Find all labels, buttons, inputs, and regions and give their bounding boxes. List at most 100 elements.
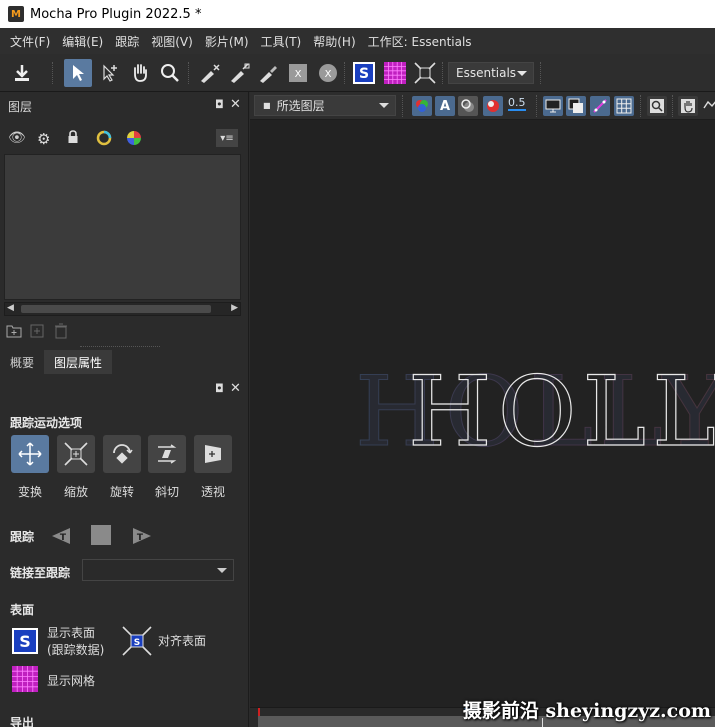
add-point-pointer-icon[interactable] [96,59,124,87]
pan-hand-icon[interactable] [126,59,154,87]
menu-file[interactable]: 文件(F) [4,33,56,50]
zoom-window-button[interactable] [647,96,667,116]
scrollbar-thumb[interactable] [21,305,211,313]
save-download-icon[interactable] [8,59,36,87]
track-motion-options-heading: 跟踪运动选项 [10,416,83,430]
menu-tools[interactable]: 工具(T) [255,33,308,50]
layer-color-wheel-icon[interactable] [126,130,142,149]
menu-movie[interactable]: 影片(M) [199,33,255,50]
select-pointer-icon[interactable] [64,59,92,87]
scale-toggle[interactable] [57,435,95,473]
zoom-magnifier-icon[interactable] [156,59,184,87]
tab-overview[interactable]: 概要 [0,350,44,374]
float-panel-icon[interactable]: ◘ [215,98,224,111]
alpha-a-icon: A [439,98,451,114]
toolbar-separator [442,62,443,84]
grid-lines-icon [616,98,632,114]
layer-list[interactable] [4,154,241,300]
rotation-toggle[interactable] [103,435,141,473]
show-surface-label: 显示表面 [47,626,96,640]
align-surface-icon[interactable] [411,59,439,87]
show-surface-icon[interactable]: S [350,59,378,87]
float-panel-icon[interactable]: ◘ [215,382,224,395]
show-grid-icon[interactable] [381,59,409,87]
scale-icon [64,442,88,466]
toolbar-separator [672,95,673,117]
layer-square-icon: ■ [263,101,271,110]
menu-track[interactable]: 跟踪 [109,33,145,50]
chevron-down-icon [379,103,389,108]
overlay-icon [568,98,583,113]
perspective-icon [205,445,221,463]
shear-toggle[interactable] [148,435,186,473]
align-surface-button[interactable]: S [121,625,153,660]
overlay-button[interactable] [566,96,586,116]
mode-label-shear: 斜切 [154,485,179,499]
layer-options-menu-icon[interactable]: ▾≡ [216,129,238,147]
duplicate-layer-icon[interactable] [29,323,45,342]
panel-splitter[interactable] [80,346,160,347]
menu-workspace[interactable]: 工作区: Essentials [362,33,478,50]
close-panel-icon[interactable]: ✕ [230,381,241,396]
toolbar-separator [640,95,641,117]
menu-help[interactable]: 帮助(H) [307,33,361,50]
viewer-toolbar: ■ 所选图层 A 0.5 [250,92,715,120]
show-grid-button[interactable] [11,665,39,696]
tracks-button[interactable] [590,96,610,116]
rgb-circles-icon [416,100,428,112]
bezier-pen-icon[interactable] [226,59,254,87]
grid-view-button[interactable] [614,96,634,116]
track-backward-icon[interactable]: T [50,526,72,549]
rectangle-x-tool-icon[interactable]: X [284,59,312,87]
magnetic-brush-icon[interactable] [254,59,282,87]
translation-toggle[interactable] [11,435,49,473]
stop-tracking-button[interactable] [91,525,111,545]
menu-view[interactable]: 视图(V) [145,33,199,50]
surface-heading: 表面 [10,603,35,617]
xspline-pen-icon[interactable] [196,59,224,87]
perspective-toggle[interactable] [194,435,232,473]
svg-text:T: T [60,533,67,543]
viewer-canvas[interactable]: HOLLY HOLLY [250,120,715,707]
scroll-left-icon[interactable]: ◀ [7,303,14,313]
tab-layer-properties[interactable]: 图层属性 [44,350,113,374]
view-mattes-button[interactable] [458,96,478,116]
track-forward-icon[interactable]: T [131,526,153,549]
opacity-value[interactable]: 0.5 [508,96,526,111]
mode-label-perspective: 透视 [200,485,225,499]
lock-icon[interactable] [67,130,79,147]
scroll-right-icon[interactable]: ▶ [231,303,238,313]
pan-viewer-button[interactable] [678,96,698,116]
layer-view-dropdown-value: 所选图层 [276,99,325,113]
view-monitor-button[interactable] [543,96,563,116]
close-panel-icon[interactable]: ✕ [230,97,241,112]
show-surface-sublabel: (跟踪数据) [47,643,105,657]
matte-color-icon[interactable] [96,130,112,149]
menu-edit[interactable]: 编辑(E) [56,33,109,50]
mode-label-translation: 变换 [17,485,42,499]
visibility-eye-icon[interactable]: 👁 [8,130,26,146]
svg-text:S: S [359,66,369,82]
horizontal-scrollbar[interactable]: ◀ ▶ [4,302,241,316]
circle-x-tool-icon[interactable]: X [314,59,342,87]
grid-icon [12,666,38,692]
alpha-button[interactable]: A [435,96,455,116]
show-layer-mattes-button[interactable] [483,96,503,116]
surface-s-icon: S [12,628,38,654]
zoom-window-icon [650,99,664,113]
menu-bar: 文件(F) 编辑(E) 跟踪 视图(V) 影片(M) 工具(T) 帮助(H) 工… [0,28,715,54]
layer-view-dropdown[interactable]: ■ 所选图层 [254,95,396,116]
spline-tool-icon[interactable] [703,98,715,115]
show-surface-button[interactable]: S [11,627,39,658]
left-panel: 图层 ◘ ✕ 👁 ⚙ ▾≡ ◀ ▶ 概要 图层属性 ◘ ✕ 跟踪运动选项 变换 … [0,92,249,727]
toolbar-separator [188,62,189,84]
delete-trash-icon[interactable] [54,323,68,342]
link-to-track-dropdown[interactable] [82,559,234,581]
workspace-dropdown[interactable]: Essentials [448,62,534,84]
svg-text:S: S [134,638,140,648]
new-layer-folder-icon[interactable] [6,324,22,341]
settings-gear-icon[interactable]: ⚙ [37,130,50,148]
mattes-icon [461,99,474,112]
rgb-channels-button[interactable] [412,96,432,116]
window-title: Mocha Pro Plugin 2022.5 * [30,6,202,22]
